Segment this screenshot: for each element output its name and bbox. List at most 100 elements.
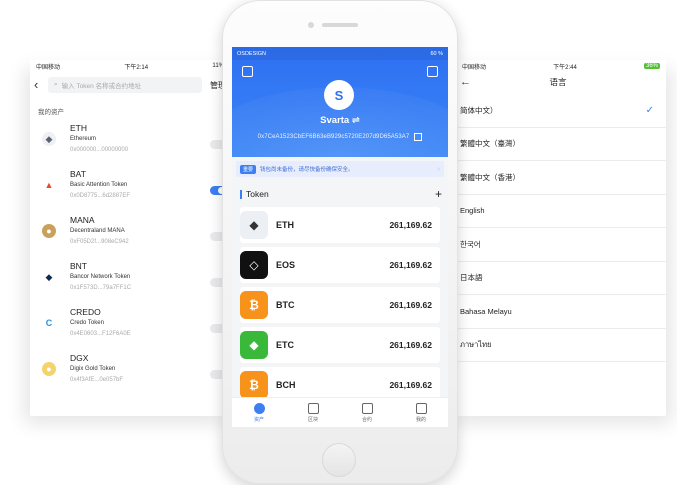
- wallet-manage-icon[interactable]: [242, 66, 253, 77]
- back-arrow-icon[interactable]: ←: [460, 76, 471, 88]
- block-icon: [307, 402, 319, 414]
- asset-name: Credo Token: [70, 320, 104, 326]
- language-label: English: [460, 206, 485, 216]
- address-row: 0x7CeA1523CbEF6B63eB929c5720E207d9D65A53…: [232, 133, 448, 141]
- wallet-header: OSDESIGN 60 % S Svarta ⇌ 0x7CeA1523CbEF6…: [232, 47, 448, 157]
- token-logo-icon: ●: [42, 362, 56, 376]
- token-card[interactable]: ◆ ETH 261,169.62: [240, 207, 440, 243]
- chevron-right-icon: ›: [437, 165, 440, 173]
- language-option[interactable]: 한국어: [450, 228, 666, 262]
- page-title: 语言: [549, 77, 567, 87]
- asset-symbol: BNT: [70, 261, 87, 271]
- tab-label: 我的: [415, 416, 426, 423]
- asset-symbol: DGX: [70, 353, 89, 363]
- speaker-slot: [322, 23, 358, 27]
- token-card[interactable]: ◇ EOS 261,169.62: [240, 247, 440, 283]
- asset-row[interactable]: ● MANA Decentraland MANA 0xF05D2f...908eC94…: [30, 214, 230, 260]
- language-list: 简体中文） ✓ 繁體中文（臺灣） 繁體中文（香港） English 한국어 日本語 Bahas…: [450, 94, 666, 362]
- token-logo-icon: ◆: [42, 132, 56, 146]
- camera-dot: [308, 22, 314, 28]
- tab-label: 区块: [307, 416, 318, 423]
- token-logo-icon: ◆: [240, 211, 268, 239]
- token-card[interactable]: ◆ ETC 261,169.62: [240, 327, 440, 363]
- tab-user[interactable]: 我的: [394, 398, 448, 427]
- qr-code-icon[interactable]: [414, 133, 423, 141]
- token-logo-icon: ▲: [42, 178, 56, 192]
- token-balance: 261,169.62: [389, 340, 432, 350]
- carrier-label: 中国移动: [36, 64, 61, 71]
- token-balance: 261,169.62: [389, 380, 432, 390]
- token-symbol: ETC: [276, 340, 294, 350]
- add-token-button[interactable]: +: [435, 187, 442, 201]
- token-card[interactable]: ₿ BTC 261,169.62: [240, 287, 440, 323]
- notice-badge: 重要: [240, 164, 257, 174]
- language-option[interactable]: 繁體中文（臺灣）: [450, 128, 666, 161]
- asset-address: 0x4E0603...F12F6A0E: [70, 331, 131, 337]
- asset-text: ETH Ethereum 0x000000...00000000: [70, 122, 128, 155]
- language-label: 简体中文）: [460, 105, 498, 115]
- asset-address: 0x000000...00000000: [70, 147, 129, 153]
- section-title: 我的资产: [38, 109, 64, 116]
- asset-name: Bancor Network Token: [70, 274, 131, 280]
- asset-text: BAT Basic Attention Token 0x0D8775...6d288…: [70, 168, 130, 201]
- phone-frame: OSDESIGN 60 % S Svarta ⇌ 0x7CeA1523CbEF6…: [222, 0, 458, 484]
- asset-row[interactable]: ◆ BNT Bancor Network Token 0x1F573D...79a7F…: [30, 260, 230, 306]
- wallet-address[interactable]: 0x7CeA1523CbEF6B63eB929c5720E207d9D65A53…: [258, 134, 410, 140]
- asset-row[interactable]: ● DGX Digix Gold Token 0x4f3AfE...0e057bF: [30, 352, 230, 398]
- wallet-screen: OSDESIGN 60 % S Svarta ⇌ 0x7CeA1523CbEF6…: [232, 47, 448, 427]
- asset-text: BNT Bancor Network Token 0x1F573D...79a7FF…: [70, 260, 131, 293]
- asset-address: 0x4f3AfE...0e057bF: [70, 377, 124, 383]
- scan-icon[interactable]: [427, 66, 438, 77]
- tab-bar: 资产 区块 合约 我的: [232, 397, 448, 427]
- language-label: 日本語: [460, 273, 483, 283]
- tab-contract[interactable]: 合约: [340, 398, 394, 427]
- language-option[interactable]: 繁體中文（香港）: [450, 161, 666, 195]
- token-balance: 261,169.62: [389, 260, 432, 270]
- language-option[interactable]: ภาษาไทย: [450, 329, 666, 362]
- backup-notice[interactable]: 重要 钱包尚未备份，请尽快备份确保安全。 ›: [236, 161, 444, 177]
- language-label: Bahasa Melayu: [460, 306, 512, 316]
- language-option[interactable]: 日本語: [450, 262, 666, 295]
- asset-symbol: ETH: [70, 123, 87, 133]
- token-logo-icon: ◇: [240, 251, 268, 279]
- asset-address: 0xF05D2f...908eC942: [70, 239, 129, 245]
- asset-symbol: CREDO: [70, 307, 101, 317]
- token-search-input[interactable]: ⌕ 输入 Token 名称或合约地址: [48, 77, 202, 93]
- section-accent-bar: [240, 189, 242, 199]
- showcase-stage: 中国移动 下午2:14 11% ‹ ⌕ 输入 Token 名称或合约地址 管理 …: [0, 0, 677, 485]
- token-logo-icon: C: [42, 316, 56, 330]
- asset-row[interactable]: ▲ BAT Basic Attention Token 0x0D8775...6d28…: [30, 168, 230, 214]
- language-option[interactable]: English: [450, 195, 666, 228]
- search-row: ‹ ⌕ 输入 Token 名称或合约地址 管理: [30, 74, 230, 96]
- search-icon: ⌕: [54, 81, 58, 88]
- home-button[interactable]: [322, 443, 356, 477]
- token-logo-icon: ◆: [240, 331, 268, 359]
- language-option[interactable]: 简体中文） ✓: [450, 94, 666, 128]
- asset-row[interactable]: C CREDO Credo Token 0x4E0603...F12F6A0E: [30, 306, 230, 352]
- language-option[interactable]: Bahasa Melayu: [450, 295, 666, 329]
- token-logo-icon: ●: [42, 224, 56, 238]
- status-bar: OSDESIGN 60 %: [232, 47, 448, 60]
- tab-label: 合约: [361, 416, 372, 423]
- token-list: ◆ ETH 261,169.62 ◇ EOS 261,169.62 ₿ BTC 261,169.…: [232, 207, 448, 403]
- battery-label: 60 %: [430, 50, 443, 57]
- token-section-title: Token: [246, 189, 269, 199]
- tab-wallet[interactable]: 资产: [232, 398, 286, 427]
- asset-row[interactable]: ◆ ETH Ethereum 0x000000...00000000: [30, 122, 230, 168]
- language-label: ภาษาไทย: [460, 339, 492, 349]
- header-icons: [232, 60, 448, 80]
- search-placeholder: 输入 Token 名称或合约地址: [61, 83, 142, 90]
- asset-text: MANA Decentraland MANA 0xF05D2f...908eC942: [70, 214, 129, 247]
- tab-block[interactable]: 区块: [286, 398, 340, 427]
- asset-symbol: MANA: [70, 215, 95, 225]
- language-label: 繁體中文（香港）: [460, 172, 520, 182]
- avatar[interactable]: S: [324, 80, 354, 110]
- notice-text: 钱包尚未备份，请尽快备份确保安全。: [260, 167, 354, 173]
- wallet-name[interactable]: Svarta ⇌: [232, 115, 448, 126]
- back-arrow-icon[interactable]: ‹: [34, 74, 48, 96]
- language-screen: 中国移动 下午2:44 36% ← 语言 简体中文） ✓ 繁體中文（臺灣） 繁體中文（…: [450, 60, 666, 416]
- asset-address: 0x1F573D...79a7FF1C: [70, 285, 132, 291]
- token-logo-icon: ₿: [240, 371, 268, 399]
- battery-label: 36%: [643, 63, 660, 69]
- check-icon: ✓: [645, 104, 654, 116]
